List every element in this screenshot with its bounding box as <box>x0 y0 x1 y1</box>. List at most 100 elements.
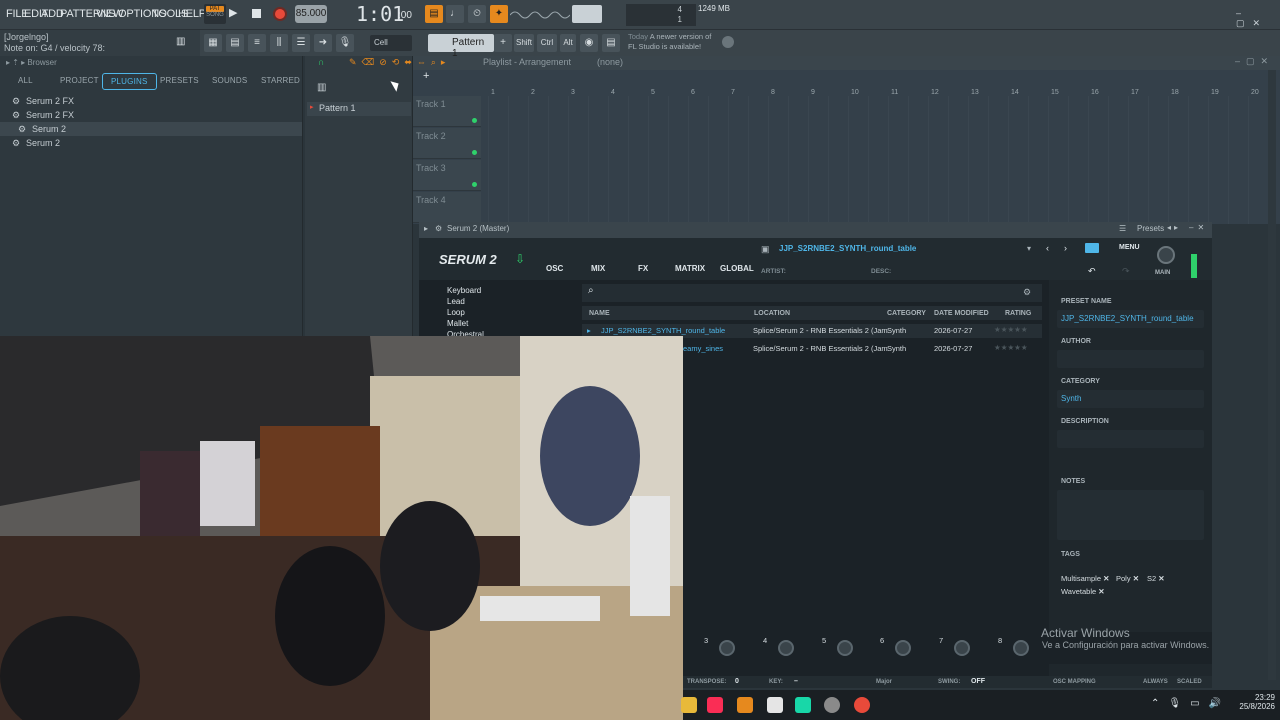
clock[interactable]: 23:29 25/8/2026 <box>1231 693 1275 711</box>
category-field[interactable]: Synth <box>1057 390 1204 408</box>
chrome-icon[interactable] <box>854 697 870 713</box>
countdown-icon[interactable]: ✦ <box>490 5 508 23</box>
description-field[interactable] <box>1057 430 1204 448</box>
tool-icons[interactable]: ✎⌫⊘⟲⬌⇔⌕▸ <box>349 57 450 68</box>
rating-stars-icon[interactable]: ★★★★★ <box>994 325 1028 334</box>
tag[interactable]: Poly ✕ <box>1116 574 1139 583</box>
category-item[interactable]: Lead <box>447 297 465 306</box>
magnet-icon[interactable]: ∩ <box>318 57 324 67</box>
list-item[interactable]: ⚙ Serum 2 FX <box>0 94 302 108</box>
pattern-item[interactable]: ▸ Pattern 1 <box>307 102 411 116</box>
tab-fx[interactable]: FX <box>638 264 648 273</box>
list-item[interactable]: ⚙ Serum 2 <box>0 122 302 136</box>
capcut-icon[interactable] <box>767 697 783 713</box>
master-volume-slider[interactable] <box>572 5 602 23</box>
osc-mapping[interactable]: OSC MAPPING <box>1053 679 1096 685</box>
col-category[interactable]: CATEGORY <box>887 310 926 317</box>
transpose-value[interactable]: 0 <box>735 678 739 685</box>
list-item[interactable]: ⚙ Serum 2 FX <box>0 108 302 122</box>
col-location[interactable]: LOCATION <box>754 310 790 317</box>
filter-gear-icon[interactable]: ⚙ <box>1023 287 1031 298</box>
tab-global[interactable]: GLOBAL <box>720 264 754 273</box>
browser-toggle-icon[interactable] <box>1085 243 1099 253</box>
arrow-icon[interactable]: ➜ <box>314 34 332 52</box>
search-input[interactable]: ⌕ <box>582 284 1042 302</box>
piano-icon[interactable]: ▥ <box>176 36 185 47</box>
menu-help[interactable]: HELP <box>178 8 206 20</box>
remove-tag-icon[interactable]: ✕ <box>1158 574 1164 583</box>
picker-icon[interactable]: ▥ <box>317 82 326 93</box>
metronome-icon[interactable]: ♩ <box>446 5 464 23</box>
tab-project[interactable]: PROJECT <box>60 76 99 85</box>
track-header[interactable]: Track 4 <box>413 192 481 223</box>
playlist-icon[interactable]: ≡ <box>248 34 266 52</box>
app-icon[interactable] <box>795 697 811 713</box>
rating-stars-icon[interactable]: ★★★★★ <box>994 343 1028 352</box>
macro-knob[interactable] <box>895 640 911 656</box>
ruler[interactable]: 1 2 3 4 5 6 7 8 9 10 11 12 13 14 15 16 17 18 19 20 <box>489 56 1279 96</box>
snap-select[interactable]: Cell <box>370 35 412 51</box>
stop-icon[interactable] <box>252 9 261 18</box>
obs-icon[interactable] <box>824 697 840 713</box>
fl-studio-icon[interactable] <box>737 697 753 713</box>
presets-label[interactable]: Presets <box>1137 224 1164 233</box>
category-item[interactable]: Keyboard <box>447 286 481 295</box>
shift-key[interactable]: Shift <box>514 34 534 52</box>
tab-osc[interactable]: OSC <box>546 264 563 273</box>
folder-icon[interactable] <box>681 697 697 713</box>
news-icon[interactable]: ▤ <box>602 34 620 52</box>
window-controls[interactable]: –▢✕ <box>1236 8 1280 29</box>
save-icon[interactable]: ▣ <box>761 244 770 255</box>
play-icon[interactable]: ▶ <box>229 6 243 22</box>
news-panel[interactable]: Today A newer version of FL Studio is av… <box>628 32 720 52</box>
scaled-toggle[interactable]: SCALED <box>1177 679 1202 685</box>
tray-icons[interactable]: ⌃🎙▭🔊 <box>1151 698 1230 709</box>
presets-menu-icon[interactable]: ☰ <box>1119 224 1126 233</box>
prev-preset-icon[interactable]: ‹ <box>1046 243 1049 253</box>
tag[interactable]: Wavetable ✕ <box>1061 587 1105 596</box>
ctrl-key[interactable]: Ctrl <box>537 34 557 52</box>
track-header[interactable]: Track 3 <box>413 160 481 191</box>
spotify-like-icon[interactable]: ◉ <box>580 34 598 52</box>
gear-icon[interactable]: ⚙ <box>435 224 442 233</box>
macro-knob[interactable] <box>837 640 853 656</box>
notes-field[interactable] <box>1057 490 1204 540</box>
tab-presets[interactable]: PRESETS <box>160 76 199 85</box>
remove-tag-icon[interactable]: ✕ <box>1103 574 1109 583</box>
key-value[interactable]: – <box>794 678 798 685</box>
vertical-scrollbar[interactable] <box>1268 70 1276 680</box>
redo-icon[interactable]: ↷ <box>1122 266 1130 277</box>
tab-plugins[interactable]: PLUGINS <box>102 73 157 90</box>
macro-knob[interactable] <box>954 640 970 656</box>
add-pattern-icon[interactable]: + <box>494 34 512 52</box>
play-preview-icon[interactable]: ▸ <box>587 326 591 335</box>
macro-knob[interactable] <box>778 640 794 656</box>
tab-mix[interactable]: MIX <box>591 264 605 273</box>
tag[interactable]: Multisample ✕ <box>1061 574 1109 583</box>
col-rating[interactable]: RATING <box>1005 310 1031 317</box>
pattern-song-icon[interactable]: ▤ <box>425 5 443 23</box>
undo-icon[interactable]: ↶ <box>1088 266 1096 277</box>
preset-nav-icons[interactable]: ◂▸ <box>1167 223 1181 232</box>
mic-icon[interactable]: 🎙 <box>336 34 354 52</box>
track-led[interactable] <box>472 150 477 155</box>
track-header[interactable]: Track 2 <box>413 128 481 159</box>
list-item[interactable]: ⚙ Serum 2 <box>0 136 302 150</box>
tab-starred[interactable]: STARRED <box>261 76 300 85</box>
menu-button[interactable]: MENU <box>1119 244 1140 251</box>
add-track-icon[interactable]: + <box>423 70 429 82</box>
main-volume-knob[interactable] <box>1157 246 1175 264</box>
wait-input-icon[interactable]: ⏲ <box>468 5 486 23</box>
music-icon[interactable] <box>707 697 723 713</box>
plugin-window-controls[interactable]: –✕ <box>1189 223 1208 232</box>
piano-roll-icon[interactable]: ▤ <box>226 34 244 52</box>
tab-matrix[interactable]: MATRIX <box>675 264 705 273</box>
track-header[interactable]: Track 1 <box>413 96 481 127</box>
track-led[interactable] <box>472 182 477 187</box>
chevron-down-icon[interactable]: ▾ <box>1027 244 1031 253</box>
scale-value[interactable]: Major <box>876 679 892 685</box>
record-icon[interactable] <box>273 7 287 21</box>
update-icon[interactable] <box>722 36 734 48</box>
always-toggle[interactable]: ALWAYS <box>1143 679 1168 685</box>
macro-knob[interactable] <box>1013 640 1029 656</box>
